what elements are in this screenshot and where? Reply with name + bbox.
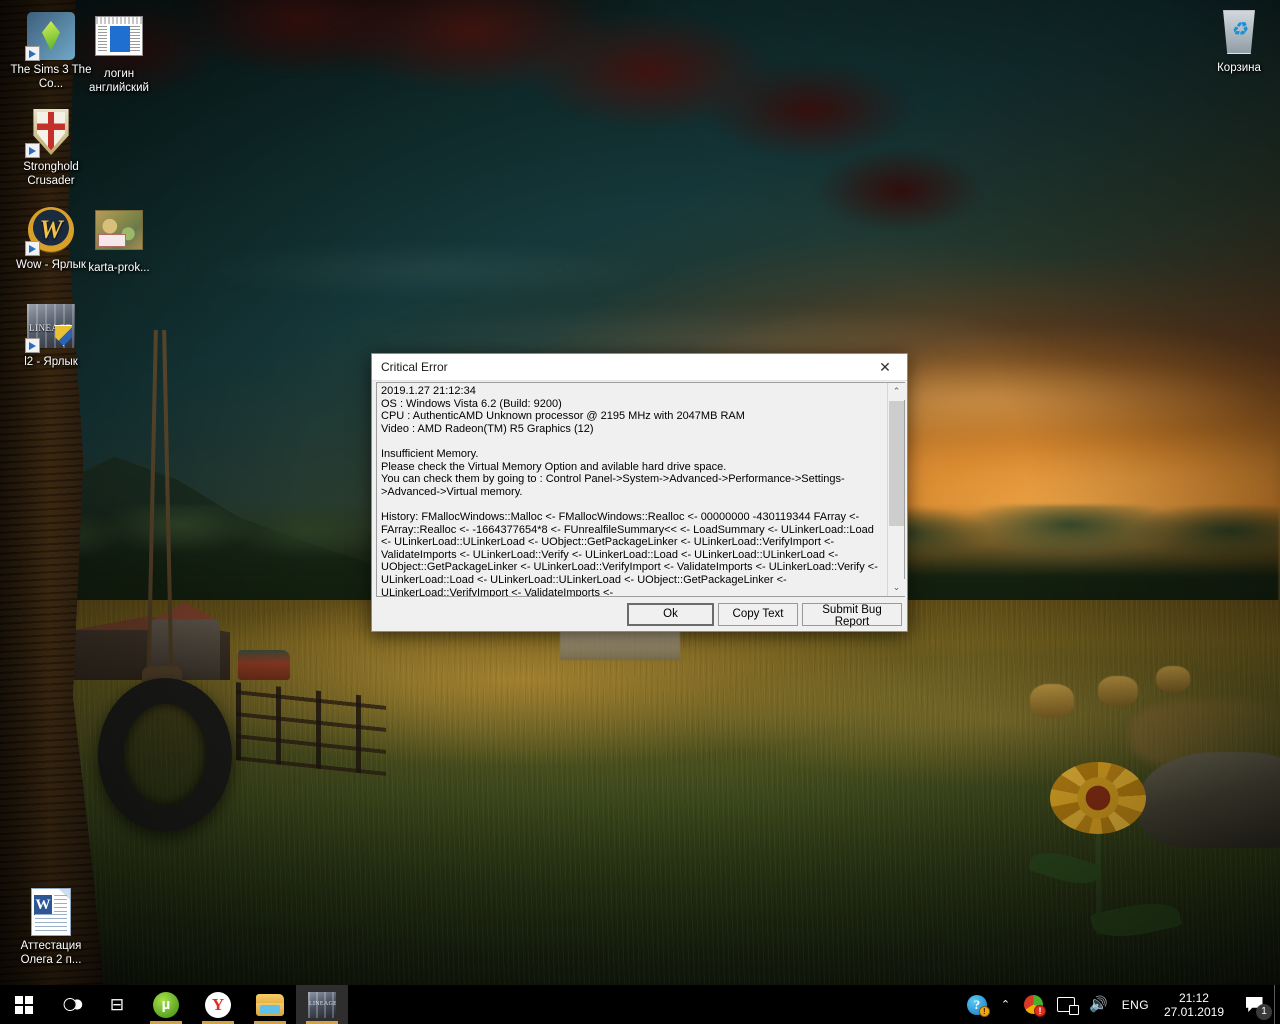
desktop-icon-login-english[interactable]: логин английский	[76, 12, 162, 95]
lineage2-icon: LINEAGE	[25, 304, 75, 353]
desktop-icon-label: Аттестация Олега 2 п...	[20, 940, 82, 966]
scroll-down-icon[interactable]: ⌄	[888, 579, 905, 596]
wallpaper-swing-rope	[162, 329, 174, 701]
clock-date: 27.01.2019	[1163, 1004, 1224, 1019]
warning-badge-icon: !	[978, 1005, 990, 1017]
chevron-up-icon: ⌃	[1000, 999, 1011, 1011]
submit-bug-report-button[interactable]: Submit Bug Report	[802, 602, 902, 628]
desktop-icon-label: Stronghold Crusader	[23, 161, 79, 187]
scrollbar-thumb[interactable]	[889, 401, 904, 526]
taskbar-app-file-explorer[interactable]	[244, 985, 296, 1024]
wallpaper-meadow	[0, 600, 1280, 1024]
desktop-icon-label: Корзина	[1217, 62, 1261, 74]
dialog-body: 2019.1.27 21:12:34 OS : Windows Vista 6.…	[376, 382, 905, 597]
sims-plumbob-icon	[25, 12, 75, 61]
wallpaper-rope-knot	[142, 666, 182, 688]
vertical-scrollbar[interactable]: ⌃ ⌄	[887, 383, 905, 596]
desktop-icon-attestaciya-olega[interactable]: W Аттестация Олега 2 п...	[8, 888, 94, 967]
desktop-icon-karta-prok[interactable]: karta-prok...	[76, 206, 162, 276]
taskbar-app-yandex[interactable]: Y	[192, 985, 244, 1024]
wallpaper-hay-bale	[1030, 684, 1074, 718]
task-view-icon: ⊟	[109, 995, 125, 1014]
dialog-title: Critical Error	[381, 360, 448, 374]
wallpaper-sunflower-stem	[1096, 820, 1101, 935]
utorrent-icon: µ	[153, 991, 179, 1018]
desktop-icon-label: логин английский	[89, 68, 149, 94]
wallpaper-swing-rope	[146, 329, 158, 701]
lineage2-wordmark: LINEAGE	[309, 1000, 336, 1007]
wallpaper-tire-swing	[98, 678, 232, 832]
clock-time: 21:12	[1178, 990, 1209, 1005]
map-thumbnail-icon	[95, 210, 143, 258]
taskbar[interactable]: ⊟ µ Y LINEAGE ? ! ⌃ ! 🔊 ENG 21:12 27.01.…	[0, 985, 1280, 1024]
wallpaper-grass-texture	[0, 600, 1280, 1024]
wallpaper-hay-bale	[1098, 676, 1138, 706]
language-indicator: ENG	[1121, 997, 1149, 1012]
error-badge-icon: !	[1034, 1005, 1047, 1017]
scroll-up-icon[interactable]: ⌃	[888, 383, 905, 400]
wallpaper-barn-annex	[150, 602, 220, 680]
error-report-text[interactable]: 2019.1.27 21:12:34 OS : Windows Vista 6.…	[377, 383, 887, 596]
shortcut-overlay-icon	[25, 338, 40, 353]
network-icon	[1057, 997, 1080, 1015]
system-tray[interactable]: ? ! ⌃ ! 🔊 ENG 21:12 27.01.2019 1	[960, 985, 1280, 1024]
tray-language-button[interactable]: ENG	[1115, 985, 1156, 1024]
document-window-icon	[95, 16, 143, 64]
warcraft-w-icon: W	[25, 207, 75, 256]
wallpaper-rock	[1140, 752, 1280, 848]
wallpaper-fence	[236, 682, 386, 776]
help-question-icon: ? !	[966, 994, 990, 1017]
desktop-icon-label: karta-prok...	[88, 262, 150, 274]
close-icon[interactable]: ✕	[863, 354, 907, 380]
shortcut-overlay-icon	[25, 143, 40, 158]
file-explorer-icon	[256, 993, 284, 1016]
search-icon[interactable]	[48, 985, 94, 1024]
dialog-titlebar[interactable]: Critical Error ✕	[372, 354, 907, 381]
wallpaper-sunflower-leaf	[1027, 844, 1103, 892]
wallpaper-hay-bale	[1156, 666, 1190, 692]
recycle-bin-icon: ♻	[1215, 10, 1263, 58]
notification-count-badge: 1	[1256, 1004, 1272, 1020]
tray-network-button[interactable]	[1050, 985, 1082, 1024]
dialog-button-bar: Ok Copy Text Submit Bug Report	[372, 597, 907, 631]
lineage2-icon: LINEAGE	[308, 991, 336, 1018]
tray-volume-button[interactable]: 🔊	[1082, 985, 1115, 1024]
desktop-icon-l2[interactable]: LINEAGE l2 - Ярлык	[8, 302, 94, 370]
show-hidden-icons-button[interactable]: ⌃	[994, 985, 1017, 1024]
shortcut-overlay-icon	[25, 46, 40, 61]
taskbar-app-lineage2[interactable]: LINEAGE	[296, 985, 348, 1024]
security-shield-icon: !	[1024, 995, 1047, 1017]
word-document-icon: W	[27, 888, 75, 936]
show-desktop-button[interactable]	[1274, 985, 1280, 1024]
crusader-shield-icon	[25, 109, 75, 158]
clock-button[interactable]: 21:12 27.01.2019	[1156, 985, 1234, 1024]
task-view-button[interactable]: ⊟	[94, 985, 140, 1024]
wallpaper-dirt-path	[1130, 700, 1280, 770]
windows-logo-icon	[15, 995, 33, 1014]
speaker-icon: 🔊	[1089, 996, 1108, 1013]
desktop-icon-recycle-bin[interactable]: ♻ Корзина	[1196, 8, 1280, 76]
wallpaper-tractor	[238, 650, 290, 680]
shortcut-overlay-icon	[25, 241, 40, 256]
wallpaper-sunflower	[1050, 762, 1146, 834]
desktop[interactable]: The Sims 3 The Co... логин английский St…	[0, 0, 1280, 1024]
action-center-button[interactable]: 1	[1234, 985, 1274, 1024]
copy-text-button[interactable]: Copy Text	[718, 602, 798, 626]
taskbar-app-utorrent[interactable]: µ	[140, 985, 192, 1024]
tray-help-button[interactable]: ? !	[960, 985, 994, 1024]
critical-error-dialog[interactable]: Critical Error ✕ 2019.1.27 21:12:34 OS :…	[371, 353, 908, 632]
start-button[interactable]	[0, 985, 48, 1024]
wallpaper-sunflower-leaf	[1089, 896, 1183, 944]
wallpaper-barn	[60, 616, 230, 680]
yandex-browser-icon: Y	[205, 991, 231, 1018]
ok-button[interactable]: Ok	[627, 602, 714, 626]
tray-security-button[interactable]: !	[1017, 985, 1050, 1024]
desktop-icon-label: l2 - Ярлык	[24, 356, 78, 368]
desktop-icon-stronghold-crusader[interactable]: Stronghold Crusader	[8, 108, 94, 188]
